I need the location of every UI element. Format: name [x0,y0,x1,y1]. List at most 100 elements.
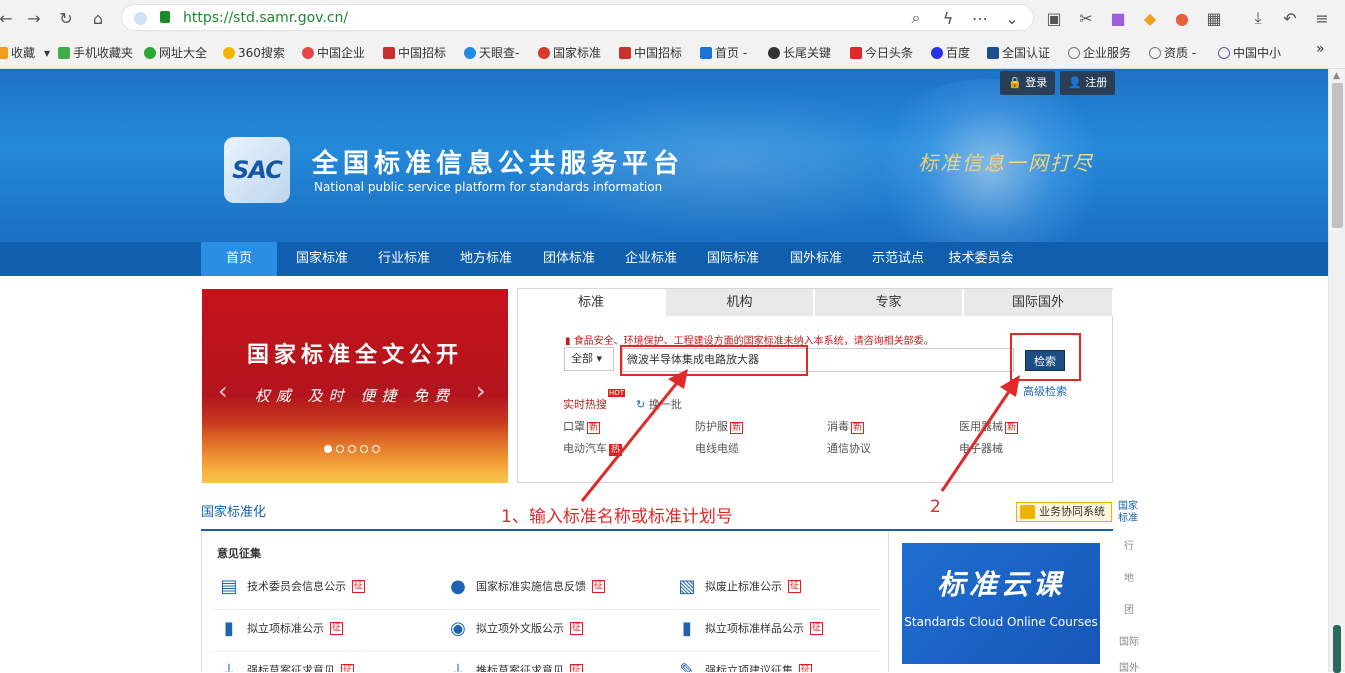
game-icon[interactable]: ● [1170,6,1194,30]
bookmark-item[interactable]: 天眼查- [464,44,519,61]
section-title: 国家标准化 [201,505,267,520]
scissors-icon[interactable]: ✂ [1074,6,1098,30]
list-item[interactable]: ● 国家标准实施信息反馈征 [446,574,606,598]
bookmark-item[interactable]: 中国招标 [383,44,446,61]
reader-icon[interactable]: ▣ [1042,6,1066,30]
list-item[interactable]: ◉ 拟立项外文版公示征 [446,616,584,640]
hot-keyword[interactable]: 通信协议 [827,440,871,456]
bookmark-item[interactable]: 国家标准 [538,44,601,61]
bookmark-item[interactable]: 百度 [931,44,970,61]
reload-icon[interactable]: ↻ [54,6,78,30]
flash-icon[interactable]: ϟ [936,6,960,30]
nav-international-standards[interactable]: 国际标准 [700,242,766,276]
bookmark-item[interactable]: 中国企业 [302,44,365,61]
nav-local-standards[interactable]: 地方标准 [453,242,519,276]
list-item[interactable]: ▧ 拟废止标准公示征 [675,574,802,598]
side-tab-national[interactable]: 国家标准 [1114,501,1142,525]
nav-group-standards[interactable]: 团体标准 [536,242,602,276]
list-item[interactable]: ⤓ 强标草案征求意见征 [217,658,355,672]
vertical-scrollbar[interactable]: ▲ [1328,69,1345,673]
nav-pilot[interactable]: 示范试点 [865,242,931,276]
url-text: https://std.samr.gov.cn/ [183,10,349,26]
city-skyline-graphic [202,423,508,483]
bookmark-item[interactable]: 中国招标 [619,44,682,61]
site-icon [134,12,147,25]
sac-logo: SAC [224,137,290,203]
menu-icon[interactable]: ≡ [1310,6,1334,30]
bookmark-item[interactable]: 长尾关键 [768,44,831,61]
bookmark-item[interactable]: 首页 - [700,44,747,61]
list-item[interactable]: ✎ 强标立项建议征集征 [675,658,813,673]
annotation-arrow-2 [940,375,1020,492]
book-icon: ▮ [224,617,234,639]
list-item[interactable]: ▤ 技术委员会信息公示征 [217,574,366,598]
bookmark-item[interactable]: 全国认证 [987,44,1050,61]
hot-keyword[interactable]: 防护服新 [695,418,744,434]
nav-tech-committee[interactable]: 技术委员会 [943,242,1019,276]
undo-icon[interactable]: ↶ [1278,6,1302,30]
shield-icon[interactable]: ◆ [1138,6,1162,30]
carousel-dot[interactable] [336,445,344,453]
scroll-up-icon[interactable]: ▲ [1333,71,1340,81]
side-tab-international[interactable]: 国际 [1114,637,1144,649]
opinion-title: 意见征集 [217,547,261,560]
bookmarks-more-button[interactable]: » [1316,41,1325,57]
bookmark-item[interactable]: 网址大全 [144,44,207,61]
nav-industry-standards[interactable]: 行业标准 [371,242,437,276]
list-item[interactable]: ▮ 拟立项标准公示征 [217,616,344,640]
site-banner: 🔒 登录 👤 注册 SAC 全国标准信息公共服务平台 National publ… [0,69,1328,242]
register-button[interactable]: 👤 注册 [1060,71,1116,95]
back-icon[interactable]: ← [0,6,18,30]
bookmark-icon: ▮ [565,336,574,347]
list-item[interactable]: ▮ 拟立项标准样品公示征 [675,616,824,640]
hot-keyword[interactable]: 消毒新 [827,418,865,434]
bookmark-item[interactable]: 今日头条 [850,44,913,61]
bookmark-item[interactable]: 中国中小 [1218,44,1281,61]
nav-foreign-standards[interactable]: 国外标准 [783,242,849,276]
carousel-next-icon[interactable]: › [476,377,486,405]
tab-experts[interactable]: 专家 [815,289,963,316]
carousel-prev-icon[interactable]: ‹ [218,377,228,405]
carousel-dot[interactable] [360,445,368,453]
translate-icon[interactable]: ■ [1106,6,1130,30]
bookmark-item[interactable]: 手机收藏夹 [58,44,133,61]
edit-icon: ✎ [679,659,695,673]
hot-keyword[interactable]: 电线电缆 [695,440,739,456]
banner-carousel[interactable]: 国家标准全文公开 权威 及时 便捷 免费 ‹ › [202,289,508,483]
zoom-icon[interactable]: ⌕ [904,6,928,30]
tab-standards[interactable]: 标准 [518,289,665,316]
chat-icon: ● [450,575,466,597]
carousel-dot[interactable] [372,445,380,453]
side-tab-local[interactable]: 地 [1114,573,1144,585]
side-tab-industry[interactable]: 行 [1114,541,1144,553]
cloud-course-banner[interactable]: 标准云课 Standards Cloud Online Courses [902,543,1100,664]
download-icon[interactable]: ⤓ [1246,6,1270,30]
tab-organizations[interactable]: 机构 [666,289,814,316]
side-tab-foreign[interactable]: 国外 [1114,663,1144,672]
nav-home[interactable]: 首页 [201,242,277,276]
row-divider [210,609,880,610]
annotation-arrow-1 [580,369,688,502]
bookmark-item[interactable]: 资质 - [1149,44,1196,61]
list-item[interactable]: ⤓ 推标草案征求意见征 [446,658,584,672]
business-system-button[interactable]: 业务协同系统 [1016,502,1112,522]
forward-icon[interactable]: → [22,6,46,30]
more-dots-icon[interactable]: ⋯ [968,6,992,30]
home-icon[interactable]: ⌂ [86,6,110,30]
carousel-headline: 国家标准全文公开 [246,343,463,368]
nav-national-standards[interactable]: 国家标准 [289,242,355,276]
bookmark-item[interactable]: 收藏 ▾ [0,44,50,61]
login-button[interactable]: 🔒 登录 [1000,71,1056,95]
scrollbar-thumb[interactable] [1332,83,1343,228]
scroll-indicator [1333,625,1341,673]
carousel-dot[interactable] [324,445,332,453]
carousel-dot[interactable] [348,445,356,453]
bookmark-item[interactable]: 企业服务 [1068,44,1131,61]
bookmark-item[interactable]: 360搜索 [223,44,285,61]
nav-enterprise-standards[interactable]: 企业标准 [618,242,684,276]
chevron-down-icon[interactable]: ⌄ [1000,6,1024,30]
apps-grid-icon[interactable]: ▦ [1202,6,1226,30]
tab-international[interactable]: 国际国外 [964,289,1113,316]
side-tab-group[interactable]: 团 [1114,605,1144,617]
address-bar[interactable]: https://std.samr.gov.cn/ [121,4,1034,31]
